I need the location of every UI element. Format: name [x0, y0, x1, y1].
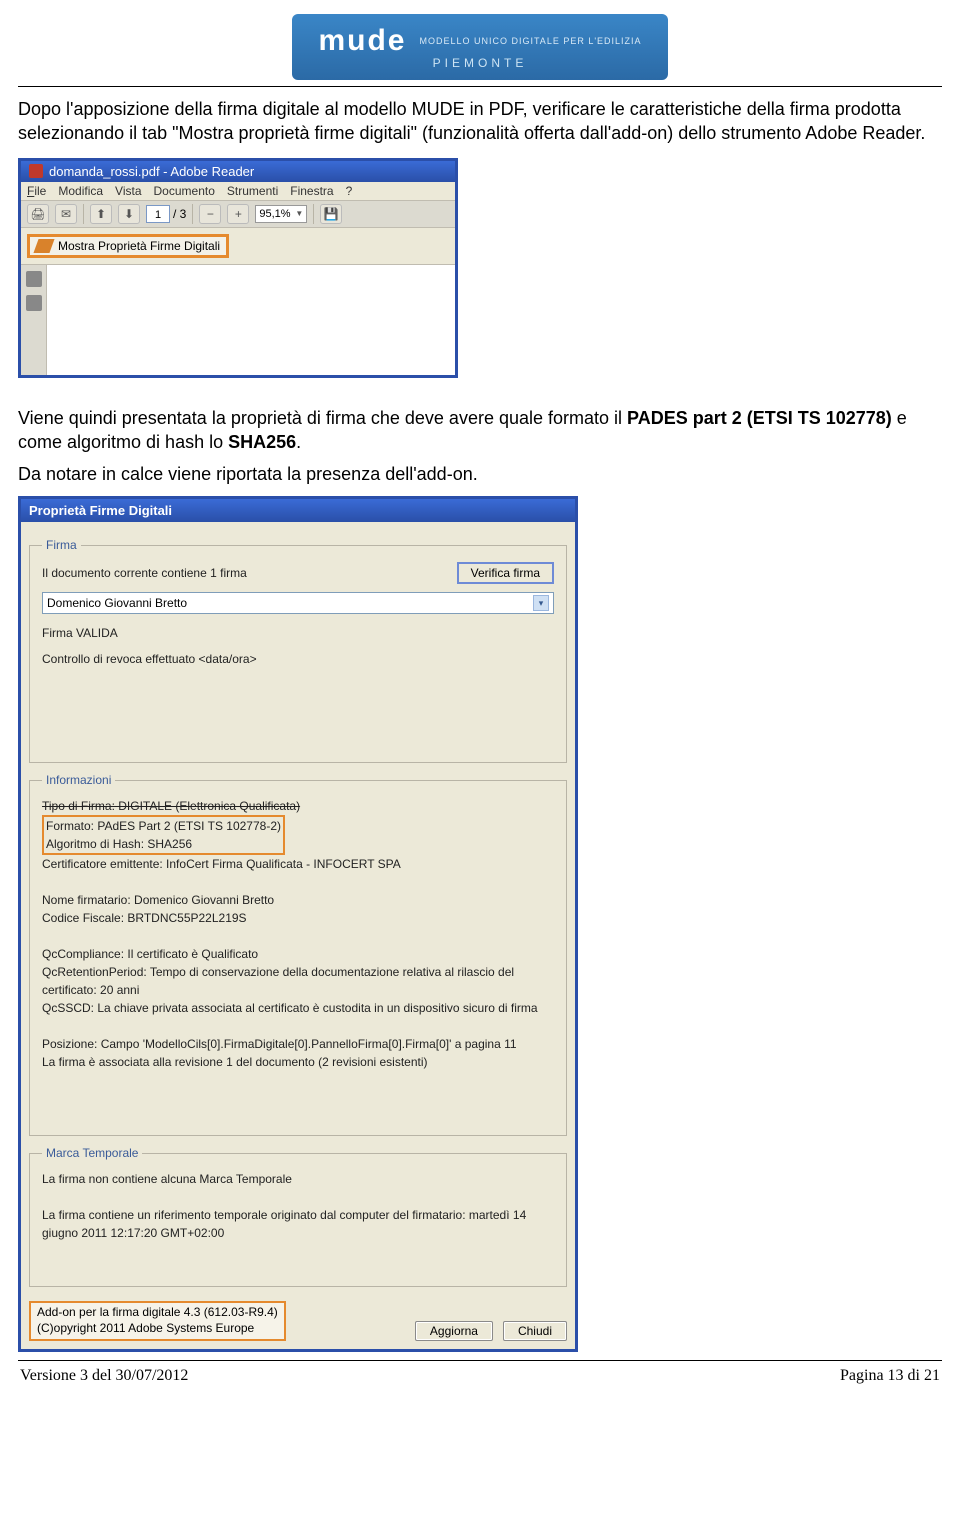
- tab-label: Mostra Proprietà Firme Digitali: [58, 239, 220, 253]
- menu-help[interactable]: ?: [346, 184, 353, 198]
- info-qc: QcCompliance: Il certificato è Qualifica…: [42, 947, 258, 961]
- footer-page: Pagina 13 di 21: [840, 1367, 940, 1385]
- pages-panel-icon[interactable]: [26, 271, 42, 287]
- menu-modifica[interactable]: Modifica: [58, 184, 103, 198]
- info-nome: Nome firmatario: Domenico Giovanni Brett…: [42, 893, 274, 907]
- left-navigation-strip: [21, 265, 47, 375]
- info-cf: Codice Fiscale: BRTDNC55P22L219S: [42, 911, 247, 925]
- paragraph-3: Da notare in calce viene riportata la pr…: [18, 462, 942, 486]
- menu-strumenti[interactable]: Strumenti: [227, 184, 278, 198]
- page-total: / 3: [173, 207, 186, 221]
- footer-version: Versione 3 del 30/07/2012: [20, 1367, 188, 1385]
- menu-file[interactable]: File: [27, 184, 46, 198]
- signature-properties-dialog: Proprietà Firme Digitali Firma Il docume…: [18, 496, 578, 1351]
- paragraph-1: Dopo l'apposizione della firma digitale …: [18, 97, 942, 146]
- dialog-title: Proprietà Firme Digitali: [29, 503, 172, 518]
- chiudi-button[interactable]: Chiudi: [503, 1321, 567, 1341]
- divider: [18, 1360, 942, 1361]
- chevron-down-icon: ▾: [533, 595, 549, 611]
- page-down-icon[interactable]: ⬇: [118, 204, 140, 224]
- firma-group: Firma Il documento corrente contiene 1 f…: [29, 538, 567, 763]
- info-hash: Algoritmo di Hash: SHA256: [46, 837, 192, 851]
- marca-line1: La firma non contiene alcuna Marca Tempo…: [42, 1172, 292, 1186]
- adobe-reader-screenshot: domanda_rossi.pdf - Adobe Reader File Mo…: [18, 158, 458, 378]
- info-rev: La firma è associata alla revisione 1 de…: [42, 1055, 428, 1069]
- addon-line1: Add-on per la firma digitale 4.3 (612.03…: [37, 1305, 278, 1319]
- print-icon[interactable]: 🖨: [27, 204, 49, 224]
- marca-legend: Marca Temporale: [42, 1146, 142, 1160]
- zoom-in-icon[interactable]: +: [227, 204, 249, 224]
- info-qret: QcRetentionPeriod: Tempo di conservazion…: [42, 965, 514, 997]
- page-current[interactable]: 1: [146, 205, 170, 223]
- zoom-out-icon[interactable]: −: [199, 204, 221, 224]
- marca-line2: La firma contiene un riferimento tempora…: [42, 1208, 526, 1240]
- app-icon: [29, 164, 43, 178]
- window-titlebar: domanda_rossi.pdf - Adobe Reader: [21, 161, 455, 182]
- informazioni-group: Informazioni Tipo di Firma: DIGITALE (El…: [29, 773, 567, 1136]
- zoom-value[interactable]: 95,1%▼: [255, 205, 307, 223]
- info-tipo: Tipo di Firma: DIGITALE (Elettronica Qua…: [42, 799, 300, 813]
- addon-info-highlight: Add-on per la firma digitale 4.3 (612.03…: [29, 1301, 286, 1340]
- signer-name: Domenico Giovanni Bretto: [47, 596, 187, 610]
- addon-line2: (C)opyright 2011 Adobe Systems Europe: [37, 1321, 254, 1335]
- menu-finestra[interactable]: Finestra: [290, 184, 333, 198]
- header-logo: mude MODELLO UNICO DIGITALE PER L'EDILIZ…: [18, 14, 942, 80]
- revoke-check: Controllo di revoca effettuato <data/ora…: [42, 650, 554, 668]
- show-signature-properties-tab[interactable]: Mostra Proprietà Firme Digitali: [27, 234, 229, 258]
- menubar: File Modifica Vista Documento Strumenti …: [21, 182, 455, 200]
- info-formato-highlight: Formato: PAdES Part 2 (ETSI TS 102778-2)…: [42, 815, 285, 855]
- separator: [83, 204, 84, 224]
- verify-signature-button[interactable]: Verifica firma: [457, 562, 554, 584]
- dialog-titlebar: Proprietà Firme Digitali: [21, 499, 575, 522]
- aggiorna-button[interactable]: Aggiorna: [415, 1321, 493, 1341]
- menu-documento[interactable]: Documento: [154, 184, 215, 198]
- save-icon[interactable]: 💾: [320, 204, 342, 224]
- separator: [192, 204, 193, 224]
- pen-icon: [33, 239, 54, 253]
- info-formato: Formato: PAdES Part 2 (ETSI TS 102778-2): [46, 819, 281, 833]
- firma-legend: Firma: [42, 538, 81, 552]
- logo-title: mude: [318, 24, 406, 58]
- separator: [313, 204, 314, 224]
- page-up-icon[interactable]: ⬆: [90, 204, 112, 224]
- info-pos: Posizione: Campo 'ModelloCils[0].FirmaDi…: [42, 1037, 517, 1051]
- signer-select[interactable]: Domenico Giovanni Bretto ▾: [42, 592, 554, 614]
- info-cert: Certificatore emittente: InfoCert Firma …: [42, 857, 401, 871]
- document-area: [47, 265, 455, 375]
- bookmarks-panel-icon[interactable]: [26, 295, 42, 311]
- menu-vista[interactable]: Vista: [115, 184, 141, 198]
- firma-count: Il documento corrente contiene 1 firma: [42, 564, 247, 582]
- logo-region: PIEMONTE: [318, 56, 641, 70]
- page-indicator: 1 / 3: [146, 205, 186, 223]
- toolbar: 🖨 ✉ ⬆ ⬇ 1 / 3 − + 95,1%▼ 💾: [21, 200, 455, 228]
- firma-valid: Firma VALIDA: [42, 624, 554, 642]
- info-qssd: QcSSCD: La chiave privata associata al c…: [42, 1001, 538, 1015]
- logo-subtitle: MODELLO UNICO DIGITALE PER L'EDILIZIA: [419, 36, 641, 46]
- paragraph-2: Viene quindi presentata la proprietà di …: [18, 406, 942, 455]
- window-title: domanda_rossi.pdf - Adobe Reader: [49, 164, 254, 179]
- info-legend: Informazioni: [42, 773, 115, 787]
- marca-group: Marca Temporale La firma non contiene al…: [29, 1146, 567, 1287]
- divider: [18, 86, 942, 87]
- mail-icon[interactable]: ✉: [55, 204, 77, 224]
